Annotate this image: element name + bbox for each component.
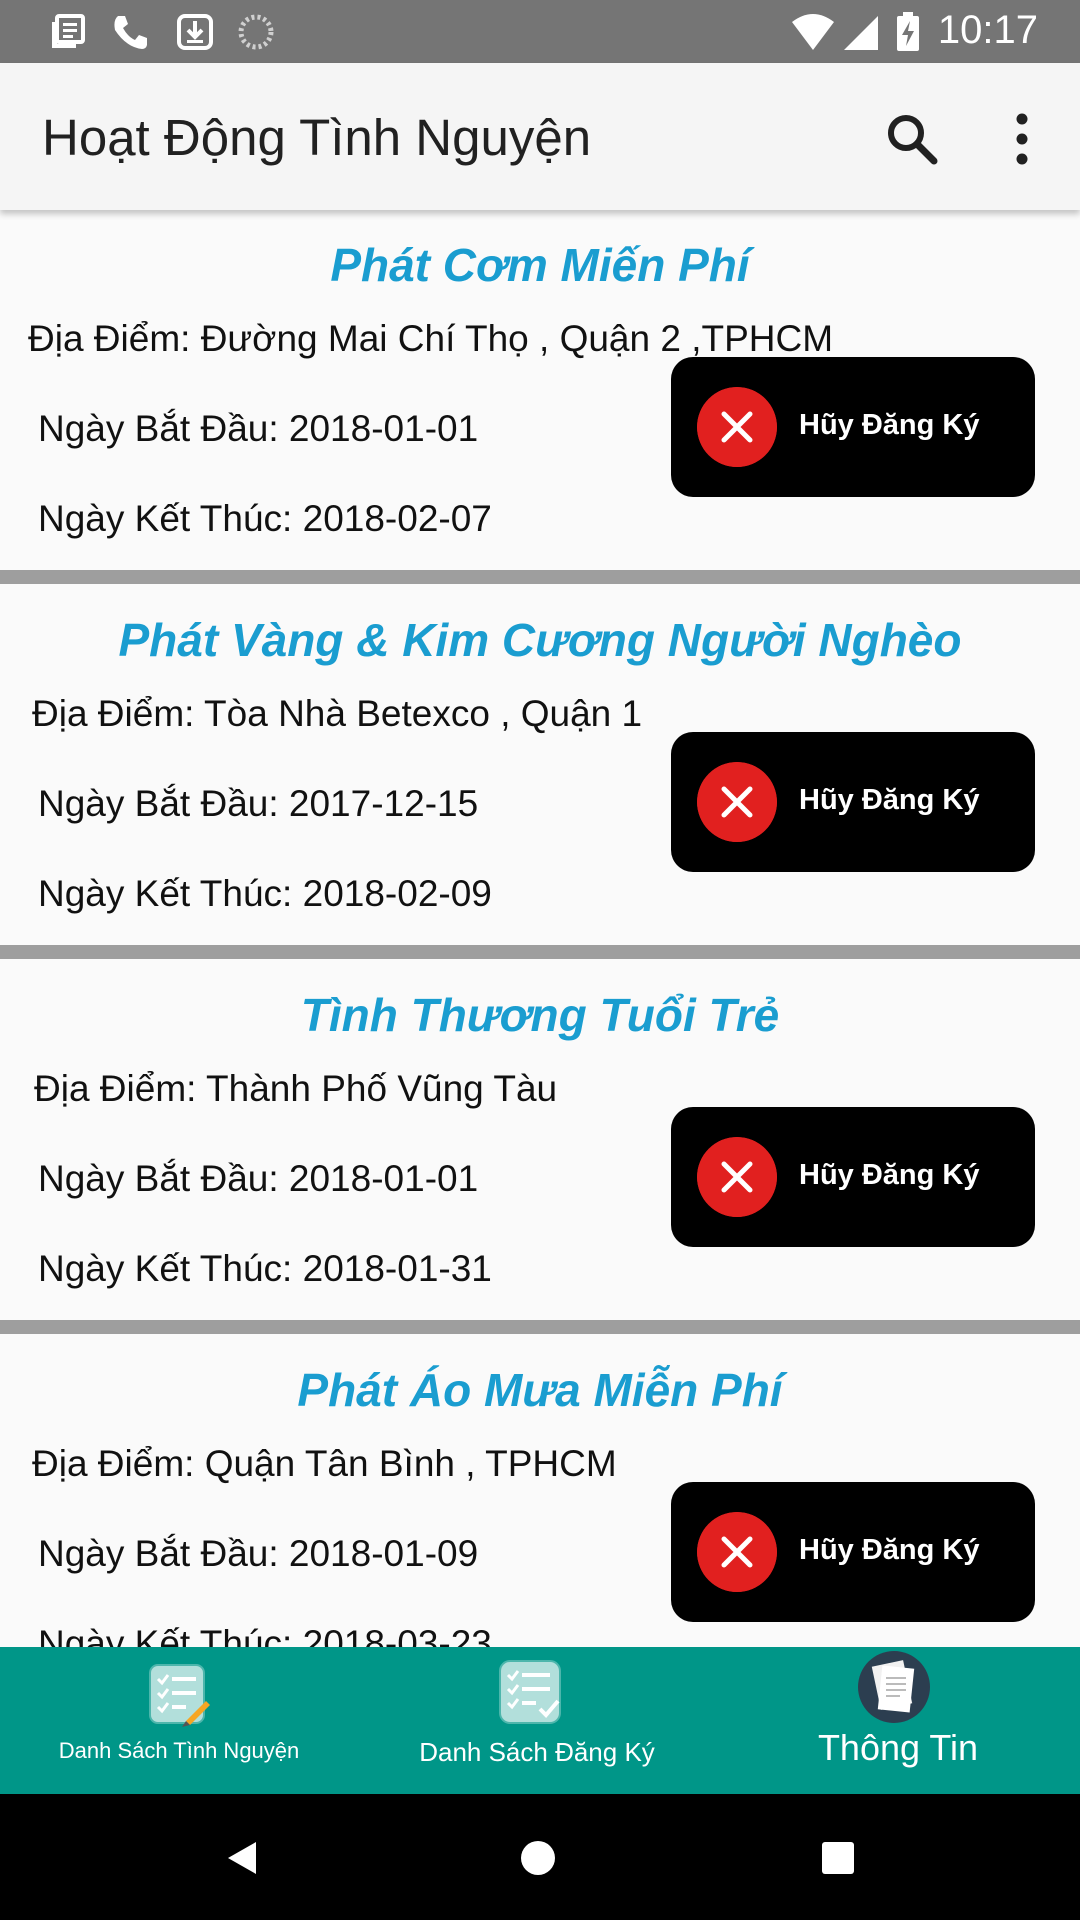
- signal-icon: [844, 16, 878, 50]
- activity-title: Tình Thương Tuổi Trẻ: [300, 989, 780, 1041]
- activity-start-date: Ngày Bắt Đầu: 2017-12-15: [38, 783, 479, 824]
- search-icon[interactable]: [884, 111, 940, 167]
- card-divider: [0, 570, 1080, 584]
- status-bar: 10:17: [0, 0, 1080, 63]
- activity-start-date: Ngày Bắt Đầu: 2018-01-09: [38, 1533, 479, 1574]
- activity-title: Phát Vàng & Kim Cương Người Nghèo: [118, 614, 962, 666]
- home-icon[interactable]: [518, 1838, 558, 1878]
- info-document-icon: [858, 1651, 930, 1723]
- back-icon[interactable]: [222, 1838, 262, 1878]
- close-icon: [697, 387, 777, 467]
- battery-charging-icon: [897, 12, 919, 51]
- nav-volunteer-list[interactable]: Danh Sách Tình Nguyện: [0, 1647, 358, 1794]
- activity-end-date: Ngày Kết Thúc: 2018-02-09: [38, 873, 492, 914]
- activity-card: Phát Cơm Miến Phí Địa Điểm: Đường Mai Ch…: [0, 210, 1080, 572]
- activity-location: Địa Điểm: Đường Mai Chí Thọ , Quận 2 ,TP…: [28, 318, 834, 359]
- activity-start-date: Ngày Bắt Đầu: 2018-01-01: [38, 408, 479, 449]
- activity-location: Địa Điểm: Tòa Nhà Betexco , Quận 1: [32, 693, 643, 734]
- page-title: Hoạt Động Tình Nguyện: [42, 109, 592, 166]
- activity-card: Phát Áo Mưa Miễn Phí Địa Điểm: Quận Tân …: [0, 1335, 1080, 1647]
- app-bar: Hoạt Động Tình Nguyện: [0, 63, 1080, 210]
- cancel-registration-label: Hũy Đăng Ký: [799, 409, 980, 441]
- activity-card: Tình Thương Tuổi Trẻ Địa Điểm: Thành Phố…: [0, 960, 1080, 1322]
- cancel-registration-button[interactable]: Hũy Đăng Ký: [671, 1482, 1035, 1622]
- checklist-edit-icon: [149, 1664, 210, 1727]
- activity-end-date: Ngày Kết Thúc: 2018-01-31: [38, 1248, 492, 1289]
- card-divider: [0, 945, 1080, 959]
- cancel-registration-button[interactable]: Hũy Đăng Ký: [671, 357, 1035, 497]
- sync-icon: [238, 14, 274, 50]
- cancel-registration-label: Hũy Đăng Ký: [799, 784, 980, 816]
- activity-title: Phát Cơm Miến Phí: [330, 239, 750, 291]
- download-icon: [177, 14, 213, 50]
- cancel-registration-button[interactable]: Hũy Đăng Ký: [671, 1107, 1035, 1247]
- nav-information[interactable]: Thông Tin: [716, 1647, 1080, 1794]
- activity-location: Địa Điểm: Thành Phố Vũng Tàu: [34, 1068, 558, 1109]
- cancel-registration-button[interactable]: Hũy Đăng Ký: [671, 732, 1035, 872]
- system-navigation-bar: [0, 1794, 1080, 1920]
- activity-start-date: Ngày Bắt Đầu: 2018-01-01: [38, 1158, 479, 1199]
- card-divider: [0, 1320, 1080, 1334]
- activity-end-date: Ngày Kết Thúc: 2018-02-07: [38, 498, 492, 539]
- clock: 10:17: [937, 8, 1038, 52]
- nav-registered-list[interactable]: Danh Sách Đăng Ký: [358, 1647, 716, 1794]
- cancel-registration-label: Hũy Đăng Ký: [799, 1534, 980, 1566]
- nav-label: Danh Sách Tình Nguyện: [58, 1738, 300, 1763]
- close-icon: [697, 762, 777, 842]
- cancel-registration-label: Hũy Đăng Ký: [799, 1159, 980, 1191]
- close-icon: [697, 1512, 777, 1592]
- more-vert-icon[interactable]: [1000, 109, 1044, 169]
- close-icon: [697, 1137, 777, 1217]
- wifi-icon: [792, 14, 834, 50]
- nav-label: Danh Sách Đăng Ký: [419, 1737, 655, 1767]
- nav-label: Thông Tin: [817, 1727, 979, 1768]
- activity-card: Phát Vàng & Kim Cương Người Nghèo Địa Đi…: [0, 585, 1080, 947]
- activity-title: Phát Áo Mưa Miễn Phí: [297, 1364, 783, 1416]
- news-icon: [52, 14, 85, 48]
- activity-end-date: Ngày Kết Thúc: 2018-03-23: [38, 1623, 492, 1647]
- checklist-check-icon: [499, 1660, 561, 1724]
- activity-list[interactable]: Phát Cơm Miến Phí Địa Điểm: Đường Mai Ch…: [0, 210, 1080, 1647]
- phone-icon: [114, 16, 147, 49]
- bottom-navigation: Danh Sách Tình Nguyện Danh Sách Đăng Ký …: [0, 1647, 1080, 1794]
- activity-location: Địa Điểm: Quận Tân Bình , TPHCM: [32, 1443, 617, 1484]
- recents-icon[interactable]: [820, 1840, 856, 1876]
